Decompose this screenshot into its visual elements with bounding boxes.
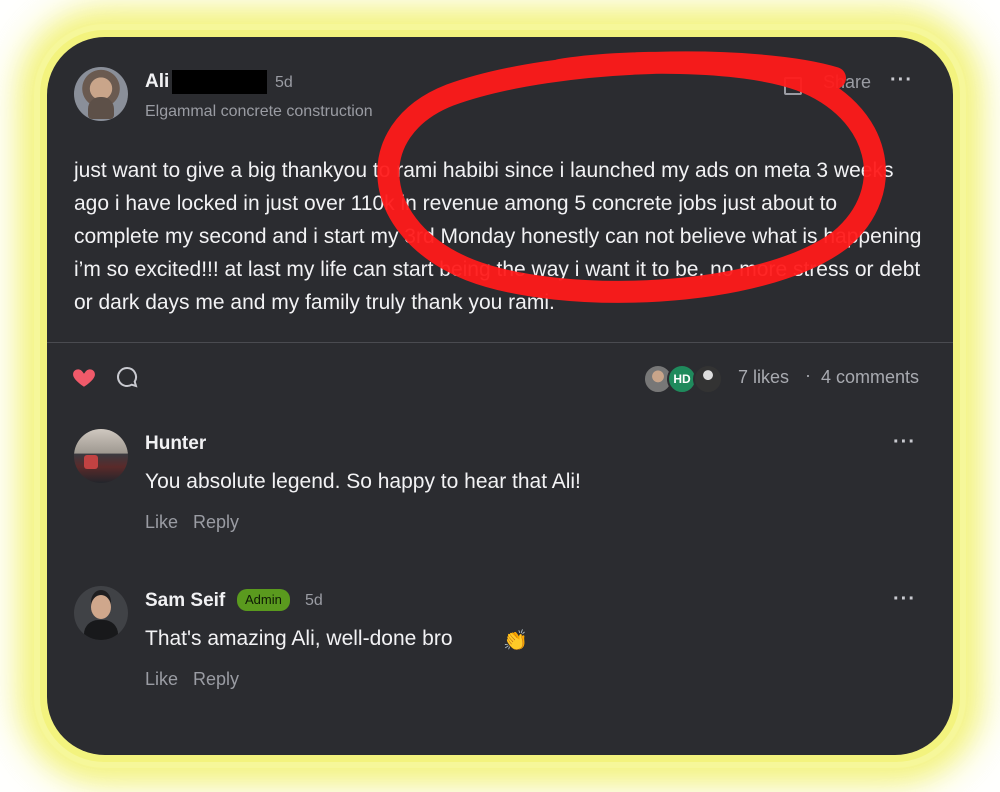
commenter-avatar[interactable]	[74, 429, 128, 483]
commenter-name[interactable]: Sam Seif	[145, 590, 225, 612]
likes-count[interactable]: 7 likes	[738, 367, 789, 388]
author-avatar[interactable]	[74, 67, 128, 121]
comment-text: You absolute legend. So happy to hear th…	[145, 470, 581, 493]
comment-time: 5d	[305, 592, 323, 609]
comment-more-icon[interactable]: ···	[893, 588, 916, 611]
redaction-bar	[172, 70, 267, 94]
post-time: 5d	[275, 74, 293, 91]
post-author-name[interactable]: Ali	[145, 71, 169, 93]
avatar	[693, 364, 723, 394]
comment-more-icon[interactable]: ···	[893, 431, 916, 454]
share-icon[interactable]	[784, 77, 802, 95]
reply-button[interactable]: Reply	[193, 669, 239, 690]
heart-icon[interactable]	[71, 364, 97, 390]
like-button[interactable]: Like	[145, 512, 178, 533]
commenter-name[interactable]: Hunter	[145, 433, 206, 455]
admin-badge: Admin	[237, 589, 290, 611]
comment-icon[interactable]	[115, 365, 139, 389]
commenter-avatar[interactable]	[74, 586, 128, 640]
post-subtitle: Elgammal concrete construction	[145, 103, 373, 120]
comments-count[interactable]: 4 comments	[821, 367, 919, 388]
comment-text: That's amazing Ali, well-done bro	[145, 627, 453, 650]
like-button[interactable]: Like	[145, 669, 178, 690]
post-more-icon[interactable]: ···	[890, 69, 913, 92]
clap-emoji: 👏	[503, 630, 528, 652]
liker-avatars[interactable]: HD	[643, 364, 723, 394]
divider	[47, 342, 953, 343]
stats-separator: ·	[805, 365, 811, 385]
post-card: Ali 5d Elgammal concrete construction Sh…	[47, 37, 953, 755]
reply-button[interactable]: Reply	[193, 512, 239, 533]
post-body: just want to give a big thankyou to rami…	[74, 159, 922, 314]
share-button[interactable]: Share	[823, 72, 871, 93]
